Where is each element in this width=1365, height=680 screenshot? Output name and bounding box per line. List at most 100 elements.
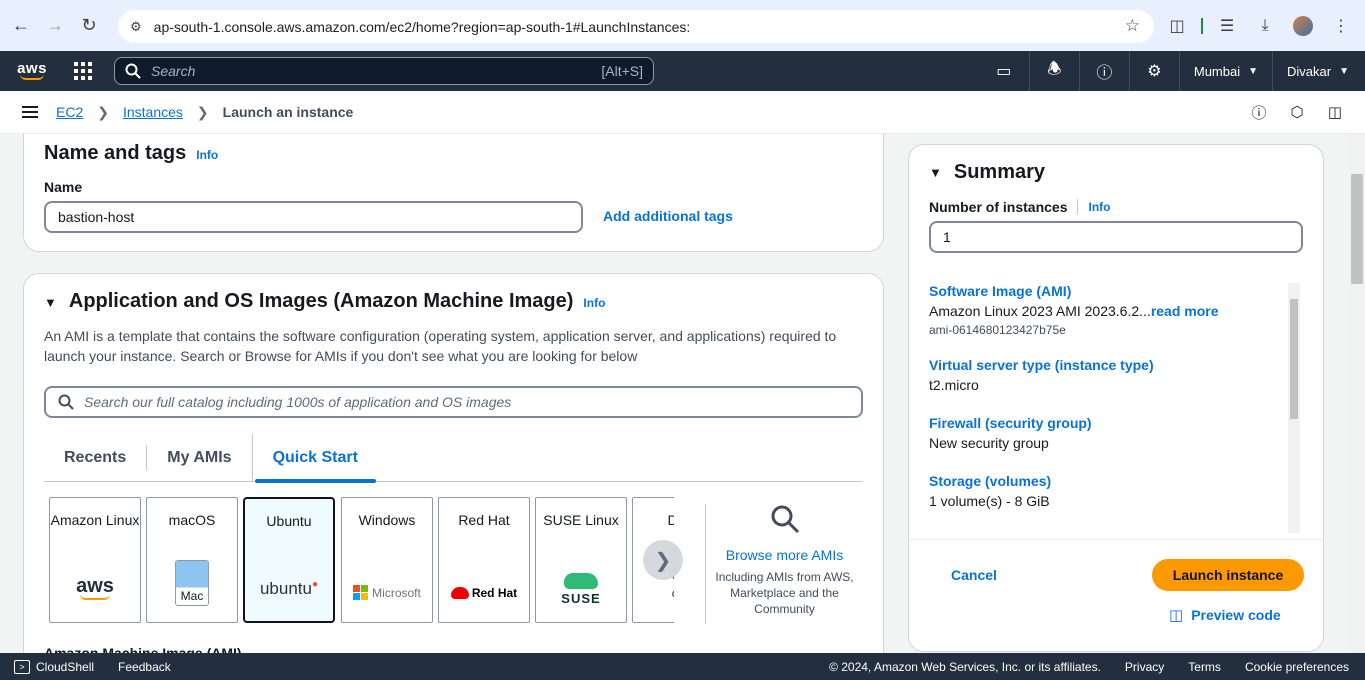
caret-down-icon: ▼ xyxy=(1248,65,1259,77)
ami-description: An AMI is a template that contains the s… xyxy=(44,328,837,364)
instances-label: Number of instances xyxy=(929,199,1068,215)
cloudshell-link[interactable]: CloudShell xyxy=(36,660,94,674)
services-grid-icon[interactable] xyxy=(74,62,92,80)
magnifier-icon xyxy=(771,505,799,534)
browse-more-amis-subtitle: Including AMIs from AWS, Marketplace and… xyxy=(715,570,854,616)
site-settings-icon[interactable]: ⚙ xyxy=(130,19,142,35)
tile-ubuntu[interactable]: Ubuntu ubuntu ● xyxy=(243,497,335,623)
tab-recents[interactable]: Recents xyxy=(44,445,146,471)
instances-input[interactable]: 1 xyxy=(929,221,1303,253)
summary-ami-link[interactable]: Software Image (AMI) xyxy=(929,283,1284,299)
ami-subheading: Amazon Machine Image (AMI) xyxy=(44,645,242,653)
breadcrumb-ec2[interactable]: EC2 xyxy=(56,104,83,120)
chevron-right-icon: ❯ xyxy=(97,103,109,120)
footer: > CloudShell Feedback © 2024, Amazon Web… xyxy=(0,653,1365,680)
breadcrumb-current: Launch an instance xyxy=(222,104,354,120)
ami-search-input[interactable]: Search our full catalog including 1000s … xyxy=(44,386,863,418)
feedback-screen-icon[interactable]: ◫ xyxy=(1325,102,1345,122)
bookmark-star-icon[interactable]: ☆ xyxy=(1125,16,1140,36)
summary-item-ami: Software Image (AMI) Amazon Linux 2023 A… xyxy=(929,283,1284,337)
feedback-link[interactable]: Feedback xyxy=(118,660,171,674)
terms-link[interactable]: Terms xyxy=(1188,660,1221,674)
tile-macos[interactable]: macOS Mac xyxy=(146,497,238,623)
tile-amazon-linux[interactable]: Amazon Linux aws xyxy=(49,497,141,623)
code-preview-icon: ◫ xyxy=(1169,607,1184,624)
name-label: Name xyxy=(44,179,83,195)
cloudshell-icon[interactable]: ▭ xyxy=(979,51,1029,91)
preview-code-button[interactable]: ◫ Preview code xyxy=(1169,606,1281,624)
read-more-link[interactable]: read more xyxy=(1151,303,1219,319)
browser-toolbar: ← → ↻ ⚙ ap-south-1.console.aws.amazon.co… xyxy=(0,0,1365,51)
launch-instance-button[interactable]: Launch instance xyxy=(1152,559,1304,591)
menu-hamburger-icon[interactable] xyxy=(22,106,38,118)
collapse-triangle-icon[interactable]: ▼ xyxy=(929,165,942,180)
ami-info-link[interactable]: Info xyxy=(583,296,605,310)
aws-top-nav: aws Search [Alt+S] ▭ 🕭 ⓘ ⚙ Mumbai ▼ Divak… xyxy=(0,51,1365,91)
search-icon xyxy=(125,63,141,79)
account-menu[interactable]: Divakar ▼ xyxy=(1272,51,1365,91)
more-menu-icon[interactable]: ⋮ xyxy=(1327,10,1355,42)
chevron-right-icon: ❯ xyxy=(196,103,209,120)
summary-firewall-link[interactable]: Firewall (security group) xyxy=(929,415,1284,431)
summary-scrollbar[interactable] xyxy=(1288,283,1300,533)
tile-windows[interactable]: Windows Microsoft xyxy=(341,497,433,623)
browse-more-amis-link[interactable]: Browse more AMIs xyxy=(706,547,863,563)
forward-arrow-icon[interactable]: → xyxy=(38,9,72,43)
summary-panel: ▼ Summary Number of instances Info 1 Sof… xyxy=(908,144,1324,652)
region-selector[interactable]: Mumbai ▼ xyxy=(1178,51,1272,91)
search-shortcut: [Alt+S] xyxy=(601,63,643,79)
back-arrow-icon[interactable]: ← xyxy=(4,9,38,43)
notifications-bell-icon[interactable]: 🕭 xyxy=(1028,51,1079,91)
tile-red-hat[interactable]: Red Hat Red Hat xyxy=(438,497,530,623)
ami-panel: ▼ Application and OS Images (Amazon Mach… xyxy=(23,273,884,653)
summary-instance-type-link[interactable]: Virtual server type (instance type) xyxy=(929,357,1284,373)
help-icon[interactable]: ⓘ xyxy=(1078,51,1129,91)
suse-logo-icon: SUSE xyxy=(536,573,626,606)
cookie-preferences-link[interactable]: Cookie preferences xyxy=(1245,660,1349,674)
search-placeholder: Search xyxy=(151,63,196,79)
extensions-icon[interactable]: ◫ xyxy=(1163,10,1191,42)
next-tiles-button[interactable]: ❯ xyxy=(643,540,683,580)
media-control-icon[interactable]: ☰ xyxy=(1213,10,1241,42)
ami-title: Application and OS Images (Amazon Machin… xyxy=(68,290,574,312)
collapse-triangle-icon[interactable]: ▼ xyxy=(44,295,57,310)
tab-quick-start[interactable]: Quick Start xyxy=(251,433,378,483)
address-bar[interactable]: ⚙ ap-south-1.console.aws.amazon.com/ec2/… xyxy=(118,10,1154,43)
name-tags-info-link[interactable]: Info xyxy=(196,148,218,162)
cancel-button[interactable]: Cancel xyxy=(951,567,997,583)
chevron-right-icon: ❯ xyxy=(654,549,672,572)
page-scrollbar[interactable] xyxy=(1349,134,1365,653)
hexagon-icon[interactable]: ⬡ xyxy=(1287,102,1307,122)
summary-storage-link[interactable]: Storage (volumes) xyxy=(929,473,1284,489)
redhat-logo-icon: Red Hat xyxy=(439,586,529,600)
summary-list: Software Image (AMI) Amazon Linux 2023 A… xyxy=(929,283,1284,509)
name-input[interactable]: bastion-host xyxy=(44,201,583,233)
privacy-link[interactable]: Privacy xyxy=(1125,660,1164,674)
tab-my-amis[interactable]: My AMIs xyxy=(146,444,251,471)
main-content: Name and tags Info Name bastion-host Add… xyxy=(0,134,1349,653)
settings-gear-icon[interactable]: ⚙ xyxy=(1128,51,1179,91)
aws-logo-icon: aws xyxy=(50,575,140,600)
aws-search-input[interactable]: Search [Alt+S] xyxy=(114,57,654,85)
toolbar-divider xyxy=(1201,18,1203,34)
ubuntu-logo-icon: ubuntu ● xyxy=(259,578,319,599)
download-icon[interactable]: ⤓ xyxy=(1251,10,1279,42)
info-panel-icon[interactable]: ⓘ xyxy=(1249,102,1269,122)
summary-item-firewall: Firewall (security group) New security g… xyxy=(929,415,1284,451)
copyright-text: © 2024, Amazon Web Services, Inc. or its… xyxy=(829,659,1101,674)
mac-logo-icon: Mac xyxy=(147,560,237,606)
ami-tiles: Amazon Linux aws macOS Mac Ubuntu ubuntu… xyxy=(49,497,674,624)
tile-suse-linux[interactable]: SUSE Linux SUSE xyxy=(535,497,627,623)
ami-search-placeholder: Search our full catalog including 1000s … xyxy=(84,394,512,410)
search-icon xyxy=(58,394,74,410)
add-tags-link[interactable]: Add additional tags xyxy=(603,208,733,224)
profile-avatar[interactable] xyxy=(1289,10,1317,42)
instances-info-link[interactable]: Info xyxy=(1088,200,1110,214)
reload-icon[interactable]: ↻ xyxy=(72,9,106,43)
name-tags-title: Name and tags xyxy=(44,142,187,164)
caret-down-icon: ▼ xyxy=(1339,65,1349,77)
name-and-tags-panel: Name and tags Info Name bastion-host Add… xyxy=(23,134,884,252)
summary-item-instance-type: Virtual server type (instance type) t2.m… xyxy=(929,357,1284,393)
breadcrumb-instances[interactable]: Instances xyxy=(123,104,183,120)
aws-logo[interactable]: aws xyxy=(14,56,50,86)
